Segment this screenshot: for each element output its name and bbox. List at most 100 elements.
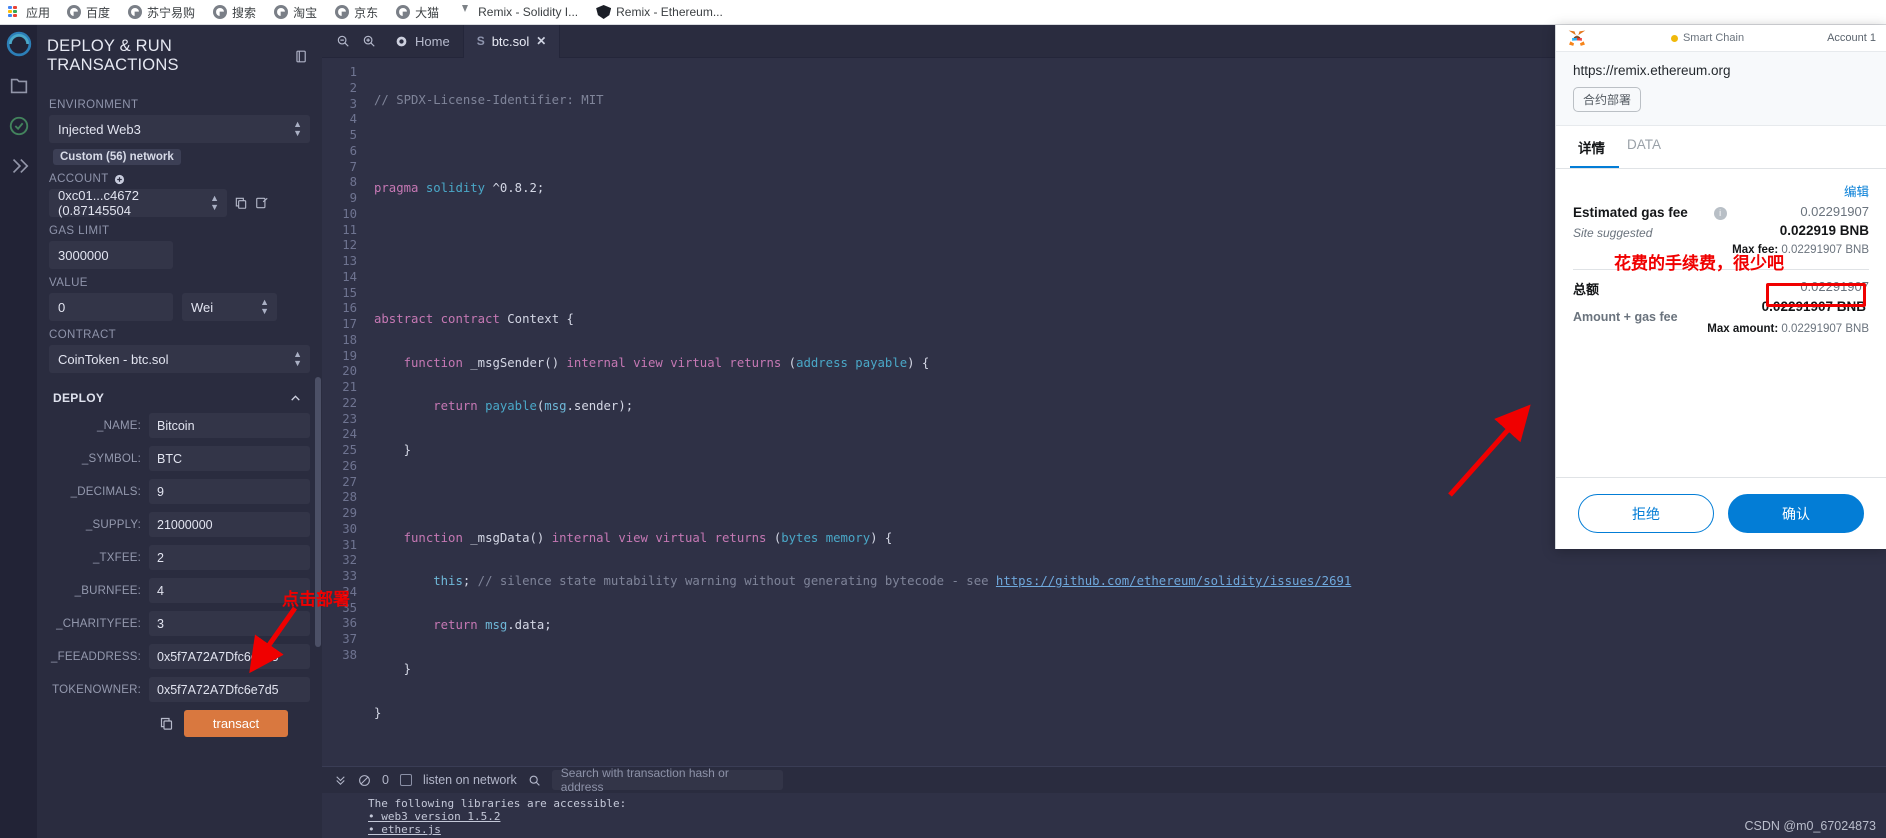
solidity-icon: S	[476, 34, 485, 48]
bookmark-remix-ethereum[interactable]: Remix - Ethereum...	[587, 3, 732, 21]
param-row: _SUPPLY: 21000000	[49, 512, 310, 537]
search-icon[interactable]	[528, 774, 541, 787]
globe-icon	[67, 5, 82, 19]
line-number: 33	[342, 569, 357, 583]
contract-select[interactable]: CoinToken - btc.sol ▲ ▼	[49, 345, 310, 373]
value-row: 0 Wei ▲ ▼	[49, 293, 310, 321]
deploy-run-icon[interactable]	[8, 155, 30, 177]
bookmark-apps[interactable]: 应用	[4, 2, 58, 23]
param-input-symbol[interactable]: BTC	[149, 446, 310, 471]
line-number: 14	[342, 269, 357, 284]
param-input-name[interactable]: Bitcoin	[149, 413, 310, 438]
confirm-button[interactable]: 确认	[1728, 494, 1864, 533]
param-row: _CHARITYFEE: 3	[49, 611, 310, 636]
line-number: 37	[342, 632, 357, 646]
line-number: 20	[342, 364, 357, 379]
zoom-out-icon[interactable]	[330, 28, 356, 54]
bookmark-remix-solidity[interactable]: Remix - Solidity I...	[448, 3, 587, 21]
param-input-supply[interactable]: 21000000	[149, 512, 310, 537]
tab-details[interactable]: 详情	[1570, 126, 1619, 168]
bookmark-jd[interactable]: 京东	[326, 2, 387, 23]
bookmark-tmall[interactable]: 大猫	[387, 2, 448, 23]
edit-gas-link[interactable]: 编辑	[1573, 181, 1869, 200]
param-label: _DECIMALS:	[70, 485, 141, 498]
param-label: _NAME:	[96, 419, 141, 432]
bookmark-search[interactable]: 搜索	[204, 2, 265, 23]
environment-label: ENVIRONMENT	[49, 99, 139, 111]
file-explorer-icon[interactable]	[8, 75, 30, 97]
line-number: 7	[349, 159, 357, 174]
param-input-decimals[interactable]: 9	[149, 479, 310, 504]
metamask-account-label[interactable]: Account 1	[1827, 32, 1876, 44]
param-row: _TXFEE: 2	[49, 545, 310, 570]
line-number: 22	[342, 395, 357, 410]
terminal-link-web3[interactable]: • web3 version 1.5.2	[368, 810, 500, 823]
param-input-txfee[interactable]: 2	[149, 545, 310, 570]
environment-select[interactable]: Injected Web3 ▲ ▼	[49, 115, 310, 143]
reject-button[interactable]: 拒绝	[1578, 494, 1714, 533]
solidity-compiler-icon[interactable]	[8, 115, 30, 137]
gas-limit-input[interactable]: 3000000	[49, 241, 173, 269]
transact-button[interactable]: transact	[184, 710, 288, 737]
plus-circle-icon[interactable]	[114, 174, 125, 185]
param-label: _CHARITYFEE:	[56, 617, 141, 630]
param-input-feeaddress[interactable]: 0x5f7A72A7Dfc6e7d5	[149, 644, 310, 669]
code-line: function _msgData() internal view virtua…	[403, 530, 893, 545]
chevron-double-down-icon[interactable]	[334, 774, 347, 787]
terminal-search-input[interactable]: Search with transaction hash or address	[551, 766, 783, 794]
terminal-count: 0	[382, 773, 389, 787]
no-entry-icon[interactable]	[358, 774, 371, 787]
info-icon[interactable]: i	[1713, 207, 1727, 220]
tab-label: btc.sol	[491, 33, 530, 49]
gas-fee-amount: 0.022919 BNB	[1779, 223, 1869, 238]
remix-ide: DEPLOY & RUN TRANSACTIONS ENVIRONMENT In…	[0, 24, 1886, 838]
sign-message-icon[interactable]	[255, 196, 269, 210]
gas-limit-label: GAS LIMIT	[49, 225, 110, 237]
line-number: 11	[342, 222, 357, 237]
code-line: // SPDX-License-Identifier: MIT	[374, 93, 604, 107]
bookmark-baidu[interactable]: 百度	[58, 2, 119, 23]
code-line: return payable(msg.sender);	[433, 399, 634, 414]
network-status-dot	[1670, 34, 1678, 42]
line-number: 32	[342, 553, 357, 568]
metamask-network-selector[interactable]: Smart Chain	[1670, 32, 1744, 44]
metamask-header: Smart Chain Account 1	[1556, 25, 1886, 52]
tab-home[interactable]: Home	[382, 24, 464, 58]
line-number: 8	[349, 175, 357, 190]
remix-logo-icon[interactable]	[6, 31, 32, 57]
documentation-icon[interactable]	[294, 49, 308, 64]
copy-icon[interactable]	[234, 196, 248, 210]
value-unit-select[interactable]: Wei ▲ ▼	[182, 293, 277, 321]
line-number: 18	[342, 332, 357, 347]
tab-btc-sol[interactable]: S btc.sol ✕	[463, 24, 561, 58]
param-input-charityfee[interactable]: 3	[149, 611, 310, 636]
globe-icon	[396, 5, 411, 19]
line-number: 28	[342, 490, 357, 505]
code-line: return msg.data;	[433, 618, 552, 632]
tab-data[interactable]: DATA	[1619, 126, 1675, 168]
param-row: _FEEADDRESS: 0x5f7A72A7Dfc6e7d5	[49, 644, 310, 669]
value-input[interactable]: 0	[49, 293, 173, 321]
param-row: _DECIMALS: 9	[49, 479, 310, 504]
copy-calldata-icon[interactable]	[159, 716, 174, 731]
param-input-tokenowner[interactable]: 0x5f7A72A7Dfc6e7d5	[149, 677, 310, 702]
listen-on-network-checkbox[interactable]	[399, 774, 412, 786]
deploy-params: _NAME: Bitcoin _SYMBOL: BTC _DECIMALS: 9…	[49, 413, 310, 702]
line-number: 17	[342, 317, 357, 331]
network-badge: Custom (56) network	[53, 149, 181, 165]
bookmark-suning[interactable]: 苏宁易购	[119, 2, 204, 23]
bookmark-taobao[interactable]: 淘宝	[265, 2, 326, 23]
terminal-link-ethers[interactable]: • ethers.js	[368, 823, 441, 836]
line-number: 25	[342, 443, 357, 457]
globe-icon	[128, 5, 143, 19]
code-line: }	[374, 661, 412, 676]
deploy-section-header[interactable]: DEPLOY	[53, 391, 310, 405]
account-select[interactable]: 0xc01...c4672 (0.87145504 ▲ ▼	[49, 188, 227, 218]
zoom-in-icon[interactable]	[356, 28, 382, 54]
line-number: 26	[342, 458, 357, 473]
close-icon[interactable]: ✕	[536, 34, 546, 48]
code-line: function _msgSender() internal view virt…	[403, 355, 930, 370]
account-label: ACCOUNT	[49, 173, 310, 185]
bookmark-label: 搜索	[232, 5, 257, 20]
